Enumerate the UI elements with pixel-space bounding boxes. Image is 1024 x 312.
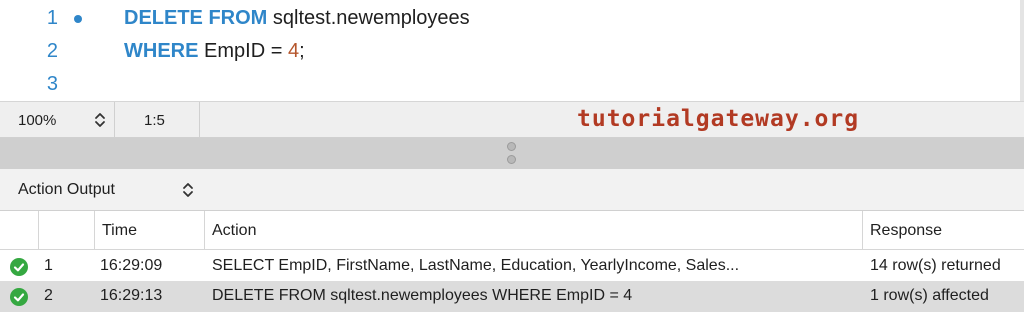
row-time: 16:29:13 bbox=[100, 287, 163, 304]
output-type-label[interactable]: Action Output bbox=[18, 181, 115, 199]
sql-number: 4 bbox=[287, 40, 300, 62]
sql-keyword: WHERE bbox=[124, 40, 199, 62]
row-action: DELETE FROM sqltest.newemployees WHERE E… bbox=[212, 287, 633, 304]
sql-text: sqltest.newemployees bbox=[267, 7, 470, 29]
output-panel-header: Action Output bbox=[0, 169, 1024, 211]
output-table-header: Time Action Response bbox=[0, 211, 1024, 250]
column-header-time[interactable]: Time bbox=[102, 222, 137, 240]
column-divider[interactable] bbox=[204, 211, 205, 250]
sql-editor[interactable]: 1 2 3 DELETE FROM sqltest.newemployees W… bbox=[0, 0, 1024, 101]
row-time: 16:29:09 bbox=[100, 257, 163, 274]
column-divider[interactable] bbox=[38, 211, 39, 250]
table-row[interactable]: 2 16:29:13 DELETE FROM sqltest.newemploy… bbox=[0, 281, 1024, 312]
sql-text: ; bbox=[299, 40, 305, 62]
line-number: 2 bbox=[46, 40, 58, 62]
code-line-1[interactable]: DELETE FROM sqltest.newemployees bbox=[124, 7, 470, 30]
panel-splitter[interactable] bbox=[0, 138, 1024, 169]
table-row[interactable]: 1 16:29:09 SELECT EmpID, FirstName, Last… bbox=[0, 251, 1024, 282]
success-check-icon bbox=[10, 288, 28, 306]
column-header-response[interactable]: Response bbox=[870, 222, 942, 240]
zoom-select[interactable]: 100% bbox=[0, 102, 115, 138]
line-number-gutter: 1 2 3 bbox=[0, 0, 100, 101]
zoom-value: 100% bbox=[18, 112, 57, 129]
row-response: 1 row(s) affected bbox=[870, 287, 989, 304]
editor-statusbar: 100% 1:5 tutorialgateway.org bbox=[0, 101, 1024, 138]
updown-chevron-icon[interactable] bbox=[93, 110, 107, 130]
line-number: 1 bbox=[46, 7, 58, 29]
sql-keyword: DELETE FROM bbox=[124, 7, 268, 29]
editor-scrollbar[interactable] bbox=[1020, 0, 1024, 101]
row-index: 2 bbox=[44, 287, 53, 304]
row-response: 14 row(s) returned bbox=[870, 257, 1001, 274]
row-index: 1 bbox=[44, 257, 53, 274]
code-line-2[interactable]: WHERE EmpID = 4; bbox=[124, 40, 305, 63]
line-number: 3 bbox=[46, 73, 58, 95]
splitter-grip-icon[interactable] bbox=[507, 155, 516, 164]
column-header-action[interactable]: Action bbox=[212, 222, 256, 240]
breakpoint-dot-icon[interactable] bbox=[74, 15, 82, 23]
success-check-icon bbox=[10, 258, 28, 276]
column-divider[interactable] bbox=[862, 211, 863, 250]
cursor-position-label: 1:5 bbox=[144, 112, 165, 129]
sql-text: EmpID = bbox=[198, 40, 288, 62]
cursor-position: 1:5 bbox=[116, 102, 200, 138]
column-divider[interactable] bbox=[94, 211, 95, 250]
watermark: tutorialgateway.org bbox=[577, 106, 860, 132]
updown-chevron-icon[interactable] bbox=[181, 180, 195, 200]
row-action: SELECT EmpID, FirstName, LastName, Educa… bbox=[212, 257, 740, 274]
splitter-grip-icon[interactable] bbox=[507, 142, 516, 151]
